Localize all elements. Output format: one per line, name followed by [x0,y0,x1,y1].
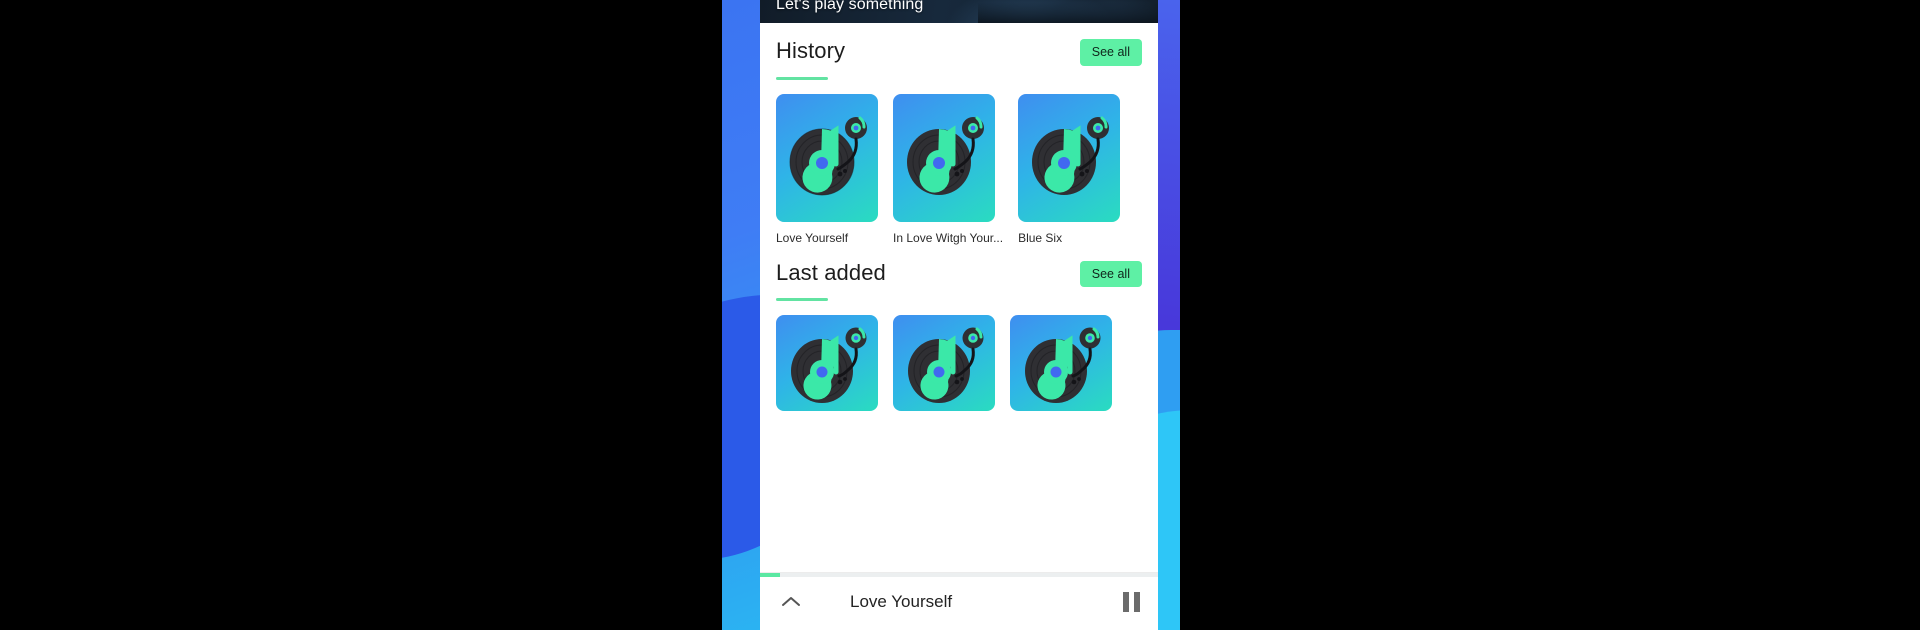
album-art-vinyl-record-icon[interactable] [893,315,995,411]
album-card[interactable]: In Love Witgh Your... [893,93,1004,245]
section-header-history: History See all [760,23,1158,66]
album-card[interactable]: Love Yourself [776,93,878,245]
section-title-history: History [776,38,846,63]
mini-player-row: Love Yourself [760,573,1158,630]
playback-progress-bar[interactable] [760,573,1158,577]
section-header-last-added: Last added See all [760,245,1158,287]
now-playing-title: Love Yourself [850,591,953,611]
album-title: Love Yourself [776,230,849,245]
album-card[interactable] [893,315,995,420]
album-card[interactable] [1010,315,1112,420]
album-title: In Love Witgh Your... [893,230,1004,245]
playback-progress-fill [760,573,780,577]
section-title-last-added: Last added [776,259,886,285]
album-art-vinyl-record-icon[interactable] [1018,93,1121,222]
album-row-last-added[interactable] [760,301,1158,420]
hero-photo-trees [978,0,1158,23]
album-title: Blue Six [1018,230,1063,245]
album-art-vinyl-record-icon[interactable] [776,315,878,411]
see-all-button-last-added[interactable]: See all [1079,260,1142,287]
album-row-history[interactable]: Love Yourself In Love Witgh Your... Blue… [760,80,1158,245]
chevron-up-icon[interactable] [778,595,804,609]
screen-content[interactable]: History See all Love Yourself In Love Wi… [760,23,1158,572]
album-art-vinyl-record-icon[interactable] [776,93,878,222]
pause-icon[interactable] [1114,591,1140,612]
see-all-button-history[interactable]: See all [1079,39,1142,66]
album-art-vinyl-record-icon[interactable] [893,93,995,222]
phone-screen: Let's play something History See all Lov… [760,0,1158,630]
album-card[interactable] [776,315,878,420]
screenshot-stage: Let's play something History See all Lov… [0,0,1920,630]
album-art-vinyl-record-icon[interactable] [1010,315,1112,411]
hero-title: Let's play something [776,0,924,13]
hero-banner: Let's play something [760,0,1158,23]
album-card[interactable]: Blue Six [1018,93,1121,245]
mini-player: Love Yourself [760,572,1158,630]
